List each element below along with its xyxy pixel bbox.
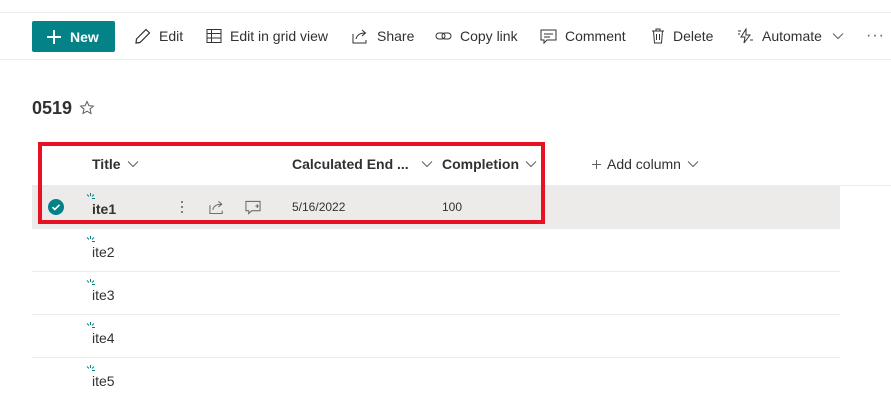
column-header-title[interactable]: Title: [92, 152, 139, 176]
table-row[interactable]: ite5: [32, 358, 840, 400]
share-icon: [352, 29, 367, 44]
grid-icon: [206, 29, 222, 43]
item-title[interactable]: ite5: [92, 373, 115, 389]
command-bar: New Edit Edit in grid view Share Copy li…: [0, 13, 891, 60]
column-header-completion[interactable]: Completion: [442, 152, 537, 176]
comment-icon: [540, 29, 557, 44]
plus-icon: [47, 29, 61, 44]
item-title[interactable]: ite4: [92, 330, 115, 346]
new-button[interactable]: New: [32, 21, 115, 52]
list-title: 0519: [32, 98, 73, 118]
column-header-calculated-end[interactable]: Calculated End ...: [292, 152, 433, 176]
add-column-button[interactable]: Add column: [592, 152, 699, 176]
star-icon[interactable]: [79, 100, 95, 116]
add-column-label: Add column: [607, 156, 681, 172]
trash-icon: [652, 28, 664, 44]
share-button[interactable]: Share: [352, 13, 414, 59]
delete-label: Delete: [673, 28, 714, 44]
more-vertical-icon[interactable]: [174, 199, 190, 215]
edit-grid-view-label: Edit in grid view: [230, 28, 329, 44]
table-row[interactable]: ite1 5/16/2022 100: [32, 186, 840, 229]
comment-label: Comment: [565, 28, 626, 44]
automate-icon: [738, 28, 753, 44]
column-header-title-label: Title: [92, 156, 121, 172]
edit-label: Edit: [159, 28, 184, 44]
item-title[interactable]: ite3: [92, 287, 115, 303]
item-title[interactable]: ite1: [92, 201, 116, 217]
table-row[interactable]: ite3: [32, 272, 840, 315]
table-row[interactable]: ite4: [32, 315, 840, 358]
chevron-down-icon: [687, 161, 699, 168]
item-title[interactable]: ite2: [92, 244, 115, 260]
completion-cell: 100: [442, 200, 463, 214]
copy-link-button[interactable]: Copy link: [435, 13, 518, 59]
comment-add-icon[interactable]: [245, 199, 261, 215]
new-button-label: New: [70, 28, 99, 45]
plus-icon: [592, 159, 601, 169]
copy-link-label: Copy link: [460, 28, 518, 44]
chevron-down-icon: [127, 161, 138, 168]
share-label: Share: [377, 28, 415, 44]
chevron-down-icon: [832, 33, 844, 40]
more-options-button[interactable]: ···: [866, 13, 885, 59]
chevron-down-icon: [525, 161, 537, 168]
column-header-calculated-end-label: Calculated End ...: [292, 156, 409, 172]
edit-button[interactable]: Edit: [135, 13, 183, 59]
table-row[interactable]: ite2: [32, 229, 840, 272]
link-icon: [435, 32, 452, 40]
checkmark-circle-icon[interactable]: [48, 199, 64, 215]
calculated-end-cell: 5/16/2022: [292, 200, 346, 214]
edit-grid-view-button[interactable]: Edit in grid view: [206, 13, 328, 59]
automate-label: Automate: [762, 28, 822, 44]
comment-button[interactable]: Comment: [540, 13, 626, 59]
delete-button[interactable]: Delete: [651, 13, 713, 59]
share-icon[interactable]: [209, 199, 225, 215]
chevron-down-icon: [421, 161, 433, 168]
automate-button[interactable]: Automate: [737, 13, 844, 59]
pencil-icon: [135, 28, 151, 44]
column-header-completion-label: Completion: [442, 156, 519, 172]
